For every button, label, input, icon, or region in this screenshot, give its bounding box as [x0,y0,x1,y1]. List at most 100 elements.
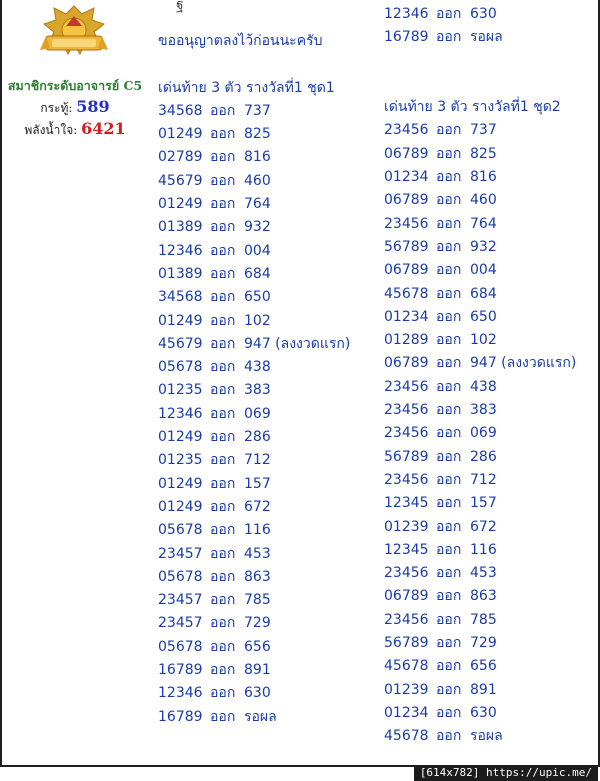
out-word: ออก [210,312,236,329]
prediction-result: 764 [470,215,497,232]
image-host-footer: [614x782] https://upic.me/ [413,765,598,781]
out-word: ออก [436,308,462,325]
prediction-digits: 34568 [158,102,203,119]
prediction-digits: 01249 [158,498,203,515]
prediction-digits: 12346 [158,685,203,702]
set2-title: เด่นท้าย 3 ตัว รางวัลที่1 ชุด2 [384,99,561,116]
out-word: ออก [210,196,236,213]
prediction-result: 947 (ลงงวดแรก) [470,355,577,372]
prediction-result: 672 [244,498,271,515]
prediction-result: 825 [470,145,497,162]
prediction-row: 01239 ออก 891 [384,679,576,702]
prediction-row: 45678 ออก 656 [384,655,576,678]
prediction-digits: 23457 [158,545,203,562]
intro-text: ขออนุญาตลงไว้ก่อนนะครับ [158,33,323,49]
out-word: ออก [436,495,462,512]
prediction-digits: 01249 [158,126,203,143]
out-word: ออก [436,215,462,232]
prediction-row: 45679 ออก 947 (ลงงวดแรก) [158,333,350,356]
out-word: ออก [436,29,462,46]
prediction-digits: 23456 [384,402,429,419]
posts-count: กระทู้: 589 [0,97,150,118]
prediction-row: 23456 ออก 453 [384,562,576,585]
set2-top-list: 12346 ออก 630 16789 ออก รอผล [384,3,576,50]
out-word: ออก [436,471,462,488]
prediction-result: 630 [470,6,497,22]
out-word: ออก [210,289,236,306]
prediction-row: 23456 ออก 712 [384,469,576,492]
prediction-digits: 01249 [158,429,203,446]
post-top-glyph: ฐ [176,0,184,13]
prediction-digits: 23457 [158,592,203,609]
out-word: ออก [210,265,236,282]
prediction-result: 286 [470,448,497,465]
prediction-digits: 06789 [384,588,429,605]
prediction-digits: 01389 [158,265,203,282]
power-count: พลังน้ำใจ: 6421 [0,119,150,140]
prediction-digits: 16789 [158,708,203,725]
prediction-digits: 23456 [384,565,429,582]
prediction-digits: 01249 [158,475,203,492]
prediction-row: 23456 ออก 383 [384,399,576,422]
out-word: ออก [436,355,462,372]
prediction-digits: 45678 [384,658,429,675]
prediction-result: 004 [244,242,271,259]
prediction-result: รอผล [470,29,503,46]
prediction-result: 785 [470,611,497,628]
out-word: ออก [436,635,462,652]
prediction-row: 23456 ออก 764 [384,213,576,236]
prediction-row: 23456 ออก 785 [384,609,576,632]
prediction-row: 23456 ออก 438 [384,376,576,399]
prediction-result: 932 [244,219,271,236]
prediction-digits: 45679 [158,335,203,352]
out-word: ออก [436,611,462,628]
prediction-row: 01234 ออก 630 [384,702,576,725]
prediction-digits: 06789 [384,355,429,372]
prediction-digits: 23456 [384,611,429,628]
prediction-digits: 12345 [384,495,429,512]
prediction-result: 116 [470,541,497,558]
out-word: ออก [210,429,236,446]
prediction-result: 157 [470,495,497,512]
gold-ribbon-badge-icon [40,5,108,56]
member-rank-title: สมาชิกระดับอาจารย์ C5 [7,78,143,93]
prediction-digits: 05678 [158,359,203,376]
prediction-result: 460 [470,192,497,209]
posts-value: 589 [76,97,110,116]
prediction-result: 383 [244,382,271,399]
prediction-row: 16789 ออก รอผล [384,26,576,49]
prediction-row: 01249 ออก 157 [158,473,350,496]
prediction-row: 34568 ออก 650 [158,286,350,309]
prediction-result: 453 [244,545,271,562]
prediction-row: 12345 ออก 116 [384,539,576,562]
prediction-result: 460 [244,172,271,189]
prediction-digits: 05678 [158,522,203,539]
prediction-digits: 56789 [384,238,429,255]
prediction-result: 069 [244,405,271,422]
post-column-right: 12346 ออก 630 16789 ออก รอผล เด่นท้าย 3 ตัว ร… [384,3,576,749]
prediction-row: 56789 ออก 932 [384,236,576,259]
prediction-result: 656 [470,658,497,675]
power-label: พลังน้ำใจ: [24,123,78,137]
set1-title: เด่นท้าย 3 ตัว รางวัลที่1 ชุด1 [158,79,335,96]
prediction-digits: 23456 [384,425,429,442]
out-word: ออก [436,285,462,302]
out-word: ออก [436,122,462,139]
prediction-result: 438 [244,359,271,376]
out-word: ออก [436,658,462,675]
out-word: ออก [436,728,462,745]
prediction-result: 816 [470,169,497,186]
prediction-row: 23456 ออก 737 [384,119,576,142]
prediction-result: 712 [244,452,271,469]
out-word: ออก [210,452,236,469]
prediction-row: 01289 ออก 102 [384,329,576,352]
prediction-result: 764 [244,196,271,213]
prediction-row: 12345 ออก 157 [384,492,576,515]
out-word: ออก [210,172,236,189]
set2-list: 23456 ออก 737 06789 ออก 825 01234 ออก 816 06789 ออ… [384,119,576,748]
prediction-result: 785 [244,592,271,609]
prediction-digits: 12346 [384,6,429,22]
prediction-row: 06789 ออก 825 [384,143,576,166]
